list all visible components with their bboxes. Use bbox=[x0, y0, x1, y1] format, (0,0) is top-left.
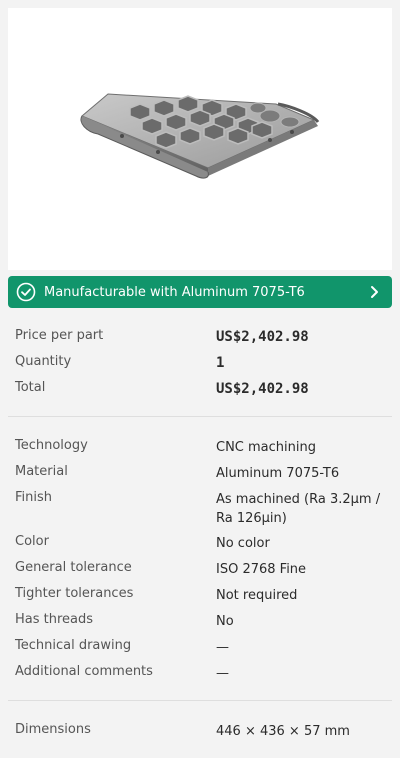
check-circle-icon bbox=[16, 282, 36, 302]
quantity-row: Quantity 1 bbox=[8, 354, 392, 380]
dimensions-value: 446 × 436 × 57 mm bbox=[216, 724, 350, 739]
total-value: US$2,402.98 bbox=[216, 381, 309, 397]
part-3d-model bbox=[80, 93, 320, 179]
price-per-part-label: Price per part bbox=[15, 328, 104, 343]
price-per-part-value: US$2,402.98 bbox=[216, 329, 309, 345]
spec-label: Color bbox=[15, 534, 49, 549]
spec-label: Finish bbox=[15, 490, 53, 505]
quantity-label: Quantity bbox=[15, 354, 72, 369]
spec-label: Material bbox=[15, 464, 68, 479]
spec-value: — bbox=[216, 666, 229, 681]
total-row: Total US$2,402.98 bbox=[8, 380, 392, 406]
part-preview[interactable] bbox=[8, 8, 392, 270]
banner-text: Manufacturable with Aluminum 7075-T6 bbox=[44, 284, 305, 300]
spec-label: Technology bbox=[15, 438, 88, 453]
spec-label: Technical drawing bbox=[15, 638, 132, 653]
spec-value: ISO 2768 Fine bbox=[216, 562, 307, 577]
spec-row-color: Color No color bbox=[8, 534, 392, 560]
spec-row-additional-comments: Additional comments — bbox=[8, 664, 392, 690]
spec-label: General tolerance bbox=[15, 560, 132, 575]
spec-value: No color bbox=[216, 536, 270, 551]
dimensions-row: Dimensions 446 × 436 × 57 mm bbox=[8, 722, 392, 748]
spec-label: Has threads bbox=[15, 612, 94, 627]
manufacturability-banner[interactable]: Manufacturable with Aluminum 7075-T6 bbox=[8, 276, 392, 308]
spec-value: — bbox=[216, 640, 229, 655]
dimensions-label: Dimensions bbox=[15, 722, 91, 737]
spec-row-technical-drawing: Technical drawing — bbox=[8, 638, 392, 664]
spec-row-finish: Finish As machined (Ra 3.2μm / Ra 126μin… bbox=[8, 490, 392, 534]
spec-row-technology: Technology CNC machining bbox=[8, 438, 392, 464]
spec-value: No bbox=[216, 614, 234, 629]
spec-label: Additional comments bbox=[15, 664, 153, 679]
divider bbox=[8, 416, 392, 417]
spec-row-general-tolerance: General tolerance ISO 2768 Fine bbox=[8, 560, 392, 586]
spec-value: Aluminum 7075-T6 bbox=[216, 466, 340, 481]
divider bbox=[8, 700, 392, 701]
spec-label: Tighter tolerances bbox=[15, 586, 134, 601]
spec-row-material: Material Aluminum 7075-T6 bbox=[8, 464, 392, 490]
spec-value: Not required bbox=[216, 588, 298, 603]
price-per-part-row: Price per part US$2,402.98 bbox=[8, 328, 392, 354]
spec-value: CNC machining bbox=[216, 440, 316, 455]
spec-value: As machined (Ra 3.2μm / Ra 126μin) bbox=[216, 492, 381, 526]
total-label: Total bbox=[15, 380, 46, 395]
chevron-right-icon bbox=[371, 286, 378, 298]
spec-row-tighter-tolerances: Tighter tolerances Not required bbox=[8, 586, 392, 612]
spec-row-has-threads: Has threads No bbox=[8, 612, 392, 638]
quantity-value: 1 bbox=[216, 355, 225, 371]
